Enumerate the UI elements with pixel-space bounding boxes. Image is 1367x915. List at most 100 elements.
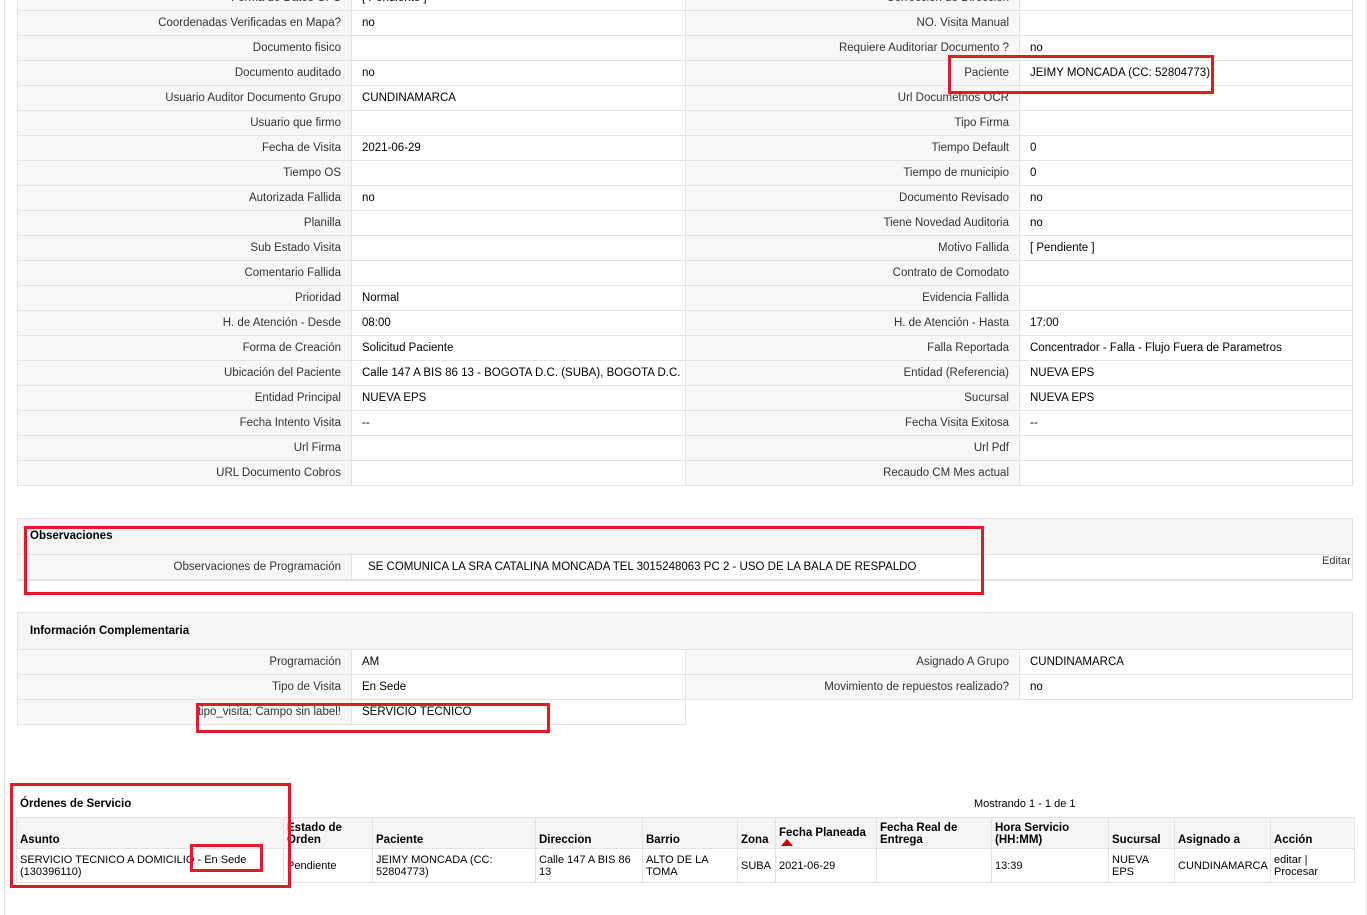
empty-cell: [1020, 700, 1353, 725]
col-accion: Acción: [1270, 817, 1355, 849]
detail-right-label: Evidencia Fallida: [685, 285, 1020, 311]
detail-row: Ubicación del Paciente Calle 147 A BIS 86…: [17, 360, 1353, 386]
movimiento-repuestos-value: no: [1019, 674, 1353, 700]
col-direccion[interactable]: Direccion: [535, 817, 643, 849]
detail-row: Prioridad Normal Evidencia Fallida: [17, 285, 1353, 311]
empty-cell: [686, 700, 1020, 725]
ordenes-header-row: Asunto Estado de Orden Paciente Direccio…: [16, 817, 1355, 849]
asunto-text: SERVICIO TECNICO A DOMICILIO: [20, 853, 195, 866]
col-fecha-planeada[interactable]: Fecha Planeada: [775, 817, 877, 849]
detail-right-label: Requiere Auditoriar Documento ?: [685, 35, 1020, 61]
detail-row: Url Firma Url Pdf: [17, 435, 1353, 461]
asignado-grupo-label: Asignado A Grupo: [685, 649, 1020, 675]
detail-right-value: 0: [1019, 160, 1353, 186]
detail-left-label: Documento fisico: [17, 35, 352, 61]
detail-left-value: no: [351, 60, 686, 86]
detail-left-label: URL Documento Cobros: [17, 460, 352, 486]
detail-left-value: [351, 210, 686, 236]
detail-right-value: --: [1019, 410, 1353, 436]
detail-right-value: [1019, 260, 1353, 286]
detail-right-value: [1019, 0, 1353, 11]
detail-right-label: Entidad (Referencia): [685, 360, 1020, 386]
tipo-visita-value: En Sede: [351, 674, 686, 700]
ordenes-title: Órdenes de Servicio: [20, 798, 132, 810]
detail-left-value: [351, 110, 686, 136]
cell-asunto: SERVICIO TECNICO A DOMICILIO - En Sede (…: [16, 848, 284, 883]
movimiento-repuestos-label: Movimiento de repuestos realizado?: [685, 674, 1020, 700]
asunto-id: (130396110): [20, 865, 82, 878]
detail-right-value: Concentrador - Falla - Flujo Fuera de Pa…: [1019, 335, 1353, 361]
detail-right-label: Contrato de Comodato: [685, 260, 1020, 286]
detail-row: Comentario Fallida Contrato de Comodato: [17, 260, 1353, 286]
col-barrio[interactable]: Barrio: [642, 817, 738, 849]
observaciones-value: SE COMUNICA LA SRA CATALINA MONCADA TEL …: [351, 554, 1353, 580]
observaciones-edit-link[interactable]: Editar: [1322, 555, 1351, 567]
detail-left-label: Forma de Creación: [17, 335, 352, 361]
col-estado-orden[interactable]: Estado de Orden: [283, 817, 373, 849]
col-sucursal[interactable]: Sucursal: [1108, 817, 1175, 849]
procesar-link[interactable]: Procesar: [1274, 866, 1318, 878]
col-asunto[interactable]: Asunto: [16, 817, 284, 849]
detail-left-value: [351, 35, 686, 61]
detail-left-value: [351, 235, 686, 261]
detail-left-value: 2021-06-29: [351, 135, 686, 161]
detail-left-value: no: [351, 185, 686, 211]
cell-fecha-real: [876, 848, 992, 883]
detail-right-value: no: [1019, 35, 1353, 61]
cell-paciente: JEIMY MONCADA (CC: 52804773): [372, 848, 536, 883]
detail-right-label: Fecha Visita Exitosa: [685, 410, 1020, 436]
left-border-line: [4, 0, 5, 915]
tipo-visita-label: Tipo de Visita: [17, 674, 352, 700]
detail-left-label: Forma de Datos GPS: [17, 0, 352, 11]
detail-right-label: Sucursal: [685, 385, 1020, 411]
observaciones-text: SE COMUNICA LA SRA CATALINA MONCADA TEL …: [368, 561, 917, 573]
detail-right-value: [ Pendiente ]: [1019, 235, 1353, 261]
detail-right-value: 0: [1019, 135, 1353, 161]
visit-details-table: Forma de Datos GPS[ Pendiente ]Correcció…: [17, 0, 1353, 486]
detail-left-label: Fecha Intento Visita: [17, 410, 352, 436]
col-asignado[interactable]: Asignado a: [1174, 817, 1271, 849]
detail-right-label: Url Documetnos OCR: [685, 85, 1020, 111]
detail-right-label: Paciente: [685, 60, 1020, 86]
detail-left-value: [351, 260, 686, 286]
col-hora-servicio[interactable]: Hora Servicio (HH:MM): [991, 817, 1109, 849]
detail-left-label: Prioridad: [17, 285, 352, 311]
detail-left-label: Usuario que firmo: [17, 110, 352, 136]
col-zona[interactable]: Zona: [737, 817, 776, 849]
cell-accion: editar | Procesar: [1270, 848, 1355, 883]
detail-left-value: CUNDINAMARCA: [351, 85, 686, 111]
detail-right-value: no: [1019, 185, 1353, 211]
detail-right-value: 17:00: [1019, 310, 1353, 336]
programacion-label: Programación: [17, 649, 352, 675]
detail-left-value: [351, 160, 686, 186]
detail-right-value: [1019, 435, 1353, 461]
complementaria-row: Tipo de Visita En Sede Movimiento de rep…: [17, 674, 1353, 700]
detail-left-value: [ Pendiente ]: [351, 0, 686, 11]
detail-left-value: [351, 435, 686, 461]
detail-right-label: Recaudo CM Mes actual: [685, 460, 1020, 486]
editar-link[interactable]: editar: [1274, 854, 1302, 866]
cell-estado: Pendiente: [283, 848, 373, 883]
asignado-grupo-value: CUNDINAMARCA: [1019, 649, 1353, 675]
cell-sucursal: NUEVA EPS: [1108, 848, 1175, 883]
complementaria-table: Programación AM Asignado A Grupo CUNDINA…: [17, 649, 1353, 725]
detail-left-label: Tiempo OS: [17, 160, 352, 186]
detail-left-label: Fecha de Visita: [17, 135, 352, 161]
detail-right-label: Tiempo Default: [685, 135, 1020, 161]
detail-row: H. de Atención - Desde 08:00 H. de Atenció…: [17, 310, 1353, 336]
sort-ascending-icon[interactable]: [781, 839, 793, 846]
complementaria-row: tipo_visita: Campo sin label! SERVICIO T…: [17, 699, 1353, 725]
cell-hora: 13:39: [991, 848, 1109, 883]
detail-right-value: [1019, 85, 1353, 111]
complementaria-row: Programación AM Asignado A Grupo CUNDINA…: [17, 649, 1353, 675]
detail-left-value: [351, 460, 686, 486]
detail-left-label: Coordenadas Verificadas en Mapa?: [17, 10, 352, 36]
col-paciente[interactable]: Paciente: [372, 817, 536, 849]
detail-left-label: Sub Estado Visita: [17, 235, 352, 261]
detail-row: Usuario Auditor Documento Grupo CUNDINAMA…: [17, 85, 1353, 111]
ordenes-table: Asunto Estado de Orden Paciente Direccio…: [16, 817, 1355, 883]
col-fecha-real[interactable]: Fecha Real de Entrega: [876, 817, 992, 849]
complementaria-title: Información Complementaria: [30, 625, 190, 637]
accion-separator: |: [1301, 853, 1308, 866]
col-fecha-planeada-label: Fecha Planeada: [779, 827, 866, 839]
